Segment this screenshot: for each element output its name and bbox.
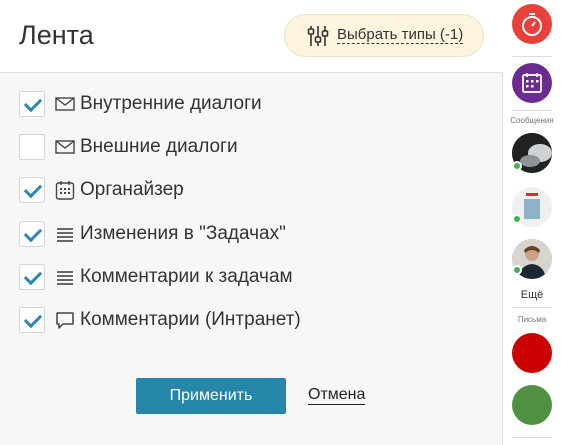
online-status-dot	[512, 265, 522, 275]
more-contacts-link[interactable]: Ещё	[503, 289, 561, 301]
filter-row-internal-dialogs[interactable]: Внутренние диалоги	[19, 91, 301, 117]
calendar-icon	[522, 73, 542, 93]
lines-icon	[54, 266, 76, 288]
online-status-dot	[512, 214, 522, 224]
checkbox-intranet-comments[interactable]	[19, 306, 45, 333]
envelope-icon	[54, 136, 76, 158]
filter-row-task-changes[interactable]: Изменения в "Задачах"	[19, 220, 301, 247]
rail-divider	[512, 110, 552, 111]
select-types-button[interactable]: Выбрать типы (-1)	[284, 14, 484, 57]
calendar-icon	[54, 179, 76, 201]
checkbox-internal-dialogs[interactable]	[19, 91, 45, 117]
calendar-button[interactable]	[512, 63, 552, 103]
rail-divider	[512, 307, 552, 308]
rail-divider	[512, 437, 552, 438]
right-sidebar: Сообщения Ещё Письма	[503, 0, 561, 445]
letters-caption: Письма	[517, 315, 547, 324]
checkbox-organizer[interactable]	[19, 177, 45, 204]
letter-contact-avatar[interactable]	[512, 333, 552, 373]
feed-filter-panel: Лента Выбрать типы (-1) Внутренние диало…	[0, 0, 503, 445]
envelope-icon	[54, 93, 76, 115]
letter-contact-avatar[interactable]	[512, 385, 552, 425]
panel-header: Лента Выбрать типы (-1)	[0, 0, 503, 73]
cancel-link[interactable]: Отмена	[308, 385, 366, 405]
lines-icon	[54, 223, 76, 245]
page-title: Лента	[19, 20, 94, 50]
timer-button[interactable]	[512, 4, 552, 44]
filter-list: Внутренние диалоги Внешние диалоги Орган…	[19, 91, 301, 350]
select-types-label: Выбрать типы (-1)	[337, 26, 464, 44]
apply-button[interactable]: Применить	[136, 378, 286, 414]
checkbox-task-comments[interactable]	[19, 263, 45, 290]
filter-label: Комментарии к задачам	[80, 265, 293, 287]
filter-label: Внутренние диалоги	[80, 93, 262, 114]
messages-caption: Сообщения	[510, 116, 554, 125]
checkbox-task-changes[interactable]	[19, 220, 45, 247]
rail-divider	[512, 56, 552, 57]
stopwatch-icon	[522, 13, 542, 36]
filter-label: Изменения в "Задачах"	[80, 222, 286, 244]
filter-label: Органайзер	[80, 179, 184, 201]
checkbox-external-dialogs[interactable]	[19, 134, 45, 161]
filter-row-external-dialogs[interactable]: Внешние диалоги	[19, 134, 301, 161]
online-status-dot	[512, 161, 522, 171]
filter-row-intranet-comments[interactable]: Комментарии (Интранет)	[19, 306, 301, 333]
filter-label: Комментарии (Интранет)	[80, 308, 301, 330]
sliders-icon	[307, 25, 329, 46]
speech-bubble-icon	[54, 309, 76, 331]
filter-label: Внешние диалоги	[80, 136, 238, 158]
filter-row-task-comments[interactable]: Комментарии к задачам	[19, 263, 301, 290]
filter-row-organizer[interactable]: Органайзер	[19, 177, 301, 204]
